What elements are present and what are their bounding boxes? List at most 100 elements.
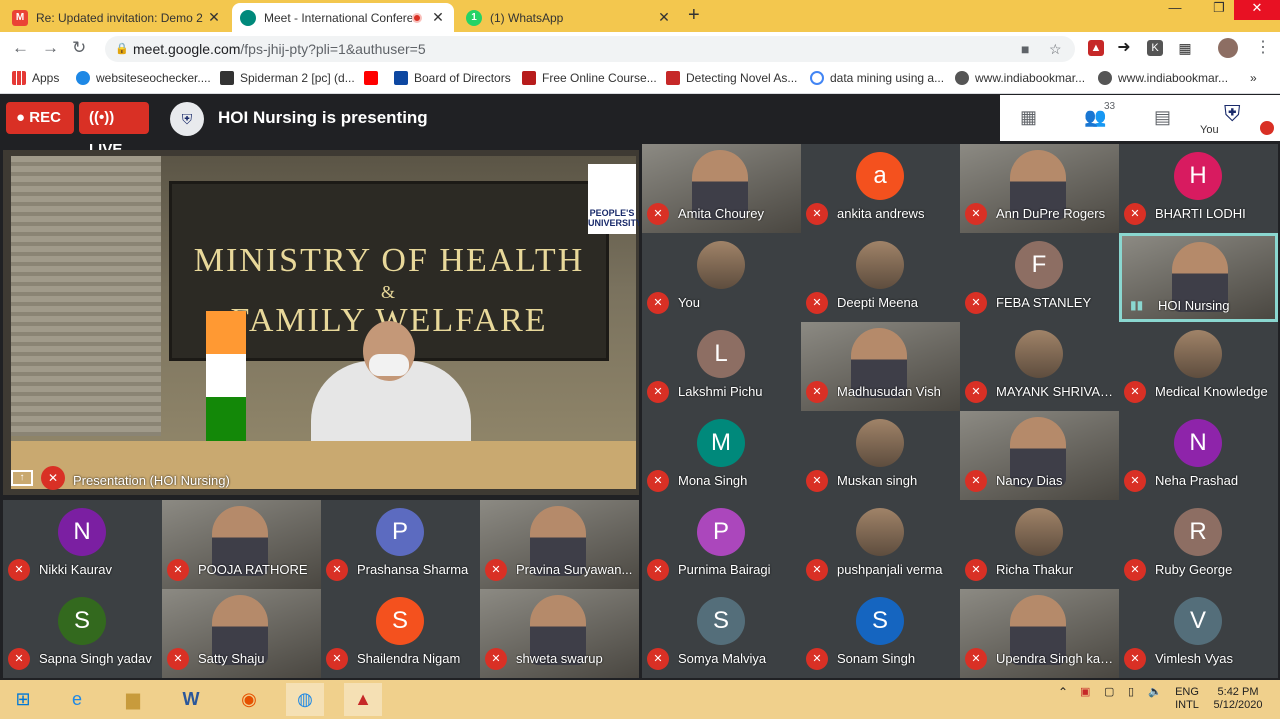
participant-tile[interactable]: M ✕ Mona Singh [642, 411, 801, 500]
participant-tile[interactable]: V ✕ Vimlesh Vyas [1119, 589, 1278, 678]
participant-tile[interactable]: ✕ Nancy Dias [960, 411, 1119, 500]
bookmark-board-of-directors[interactable]: Board of Directors [394, 71, 511, 85]
chrome-icon[interactable]: ◍ [286, 683, 324, 716]
new-tab-icon[interactable]: + [688, 4, 700, 27]
participant-tile[interactable]: P ✕ Prashansa Sharma [321, 500, 480, 589]
network-icon[interactable]: ▣ [1080, 686, 1090, 699]
close-tab-icon[interactable]: ✕ [656, 9, 672, 26]
participant-tile[interactable]: S ✕ Sapna Singh yadav [3, 589, 162, 678]
bookmark-detecting-novel[interactable]: Detecting Novel As... [666, 71, 797, 85]
participant-avatar: N [58, 508, 106, 556]
participant-tile[interactable]: ✕ Ann DuPre Rogers [960, 144, 1119, 233]
language-indicator[interactable]: ENG INTL [1172, 686, 1202, 712]
reload-icon[interactable]: ↻ [72, 38, 86, 58]
participant-tile[interactable]: ✕ POOJA RATHORE [162, 500, 321, 589]
tab-whatsapp[interactable]: 1 (1) WhatsApp ✕ [458, 3, 680, 32]
bookmark-indiabookmark-2[interactable]: www.indiabookmar... [1098, 71, 1228, 85]
extension-k-icon[interactable]: K [1147, 40, 1163, 56]
participant-name: Purnima Bairagi [678, 562, 771, 577]
people-icon[interactable]: 👥 33 [1084, 101, 1115, 128]
participant-tile[interactable]: ✕ pushpanjali verma [801, 500, 960, 589]
close-tab-icon[interactable]: ✕ [206, 9, 222, 26]
chat-icon[interactable]: ▤ [1154, 107, 1171, 128]
participant-tile[interactable]: ✕ Medical Knowledge [1119, 322, 1278, 411]
participant-name: Upendra Singh kan... [996, 651, 1116, 666]
menu-kebab-icon[interactable]: ⋮ [1255, 40, 1271, 56]
volume-icon[interactable]: 🔈 [1148, 686, 1162, 699]
participant-name: Ann DuPre Rogers [996, 206, 1106, 221]
tab-gmail[interactable]: M Re: Updated invitation: Demo 2 ( ✕ [4, 3, 230, 32]
bookmark-websiteseochecker[interactable]: websiteseochecker.... [76, 71, 211, 85]
camera-icon[interactable]: ■ [1021, 36, 1029, 62]
whatsapp-icon: 1 [466, 9, 482, 26]
grid-extension-icon[interactable]: ▦ [1177, 40, 1193, 56]
bookmark-free-online-course[interactable]: Free Online Course... [522, 71, 657, 85]
star-icon[interactable]: ☆ [1049, 36, 1062, 62]
profile-avatar[interactable] [1218, 38, 1238, 58]
participant-avatar: S [376, 597, 424, 645]
back-icon[interactable]: ← [12, 38, 29, 58]
participant-tile[interactable]: ✕ Pravina Suryawan... [480, 500, 639, 589]
minimize-icon[interactable]: — [1160, 0, 1190, 20]
bookmark-indiabookmark-1[interactable]: www.indiabookmar... [955, 71, 1085, 85]
participant-tile[interactable]: ✕ Richa Thakur [960, 500, 1119, 589]
participant-tile[interactable]: a ✕ ankita andrews [801, 144, 960, 233]
participant-tile[interactable]: ✕ Amita Chourey [642, 144, 801, 233]
participant-tile[interactable]: N ✕ Neha Prashad [1119, 411, 1278, 500]
participant-tile[interactable]: ✕ Deepti Meena [801, 233, 960, 322]
participant-tile[interactable]: F ✕ FEBA STANLEY [960, 233, 1119, 322]
participant-tile[interactable]: ✕ You [642, 233, 801, 322]
participant-tile[interactable]: P ✕ Purnima Bairagi [642, 500, 801, 589]
bookmark-youtube[interactable] [364, 71, 384, 85]
participant-tile[interactable]: S ✕ Shailendra Nigam [321, 589, 480, 678]
participant-name: Nancy Dias [996, 473, 1063, 488]
forward-icon[interactable]: → [42, 38, 59, 58]
participant-tile[interactable]: ✕ MAYANK SHRIVAS... [960, 322, 1119, 411]
url-bar[interactable]: 🔒 meet.google.com/fps-jhij-pty?pli=1&aut… [105, 36, 1075, 62]
participant-tile[interactable]: ✕ Upendra Singh kan... [960, 589, 1119, 678]
presentation-video: MINISTRY OF HEALTH & FAMILY WELFARE PEOP… [11, 156, 639, 489]
restore-icon[interactable]: ❐ [1204, 0, 1234, 20]
participant-tile[interactable]: H ✕ BHARTI LODHI [1119, 144, 1278, 233]
start-icon[interactable]: ⊞ [4, 683, 42, 716]
url-path: /fps-jhij-pty?pli=1&authuser=5 [240, 41, 426, 57]
participant-tile[interactable]: ▮▮ HOI Nursing [1119, 233, 1278, 322]
participant-tile[interactable]: S ✕ Somya Malviya [642, 589, 801, 678]
participant-tile[interactable]: ✕ Muskan singh [801, 411, 960, 500]
share-icon[interactable]: ➜ [1116, 40, 1132, 56]
grid-layout-icon[interactable]: ▦ [1020, 107, 1037, 128]
participant-tile[interactable]: R ✕ Ruby George [1119, 500, 1278, 589]
internet-explorer-icon[interactable]: e [58, 683, 96, 716]
acrobat-icon[interactable]: ▲ [344, 683, 382, 716]
bookmark-apps[interactable]: Apps [12, 71, 59, 85]
clock[interactable]: 5:42 PM 5/12/2020 [1210, 686, 1266, 712]
file-explorer-icon[interactable]: ▆ [114, 683, 152, 716]
self-avatar[interactable]: ⛨ [1224, 101, 1241, 127]
battery-icon[interactable]: ▯ [1128, 686, 1134, 699]
bookmark-spiderman[interactable]: Spiderman 2 [pc] (d... [220, 71, 355, 85]
participant-tile[interactable]: N ✕ Nikki Kaurav [3, 500, 162, 589]
participant-tile[interactable]: S ✕ Sonam Singh [801, 589, 960, 678]
participant-tile[interactable]: ✕ Madhusudan Vish [801, 322, 960, 411]
close-tab-icon[interactable]: ✕ [430, 9, 446, 26]
bookmarks-bar: Apps websiteseochecker.... Spiderman 2 [… [0, 66, 1280, 94]
muted-mic-icon: ✕ [965, 559, 987, 581]
tab-meet[interactable]: Meet - International Confere ✕ [232, 3, 454, 32]
word-icon[interactable]: W [172, 683, 210, 716]
bookmark-data-mining[interactable]: data mining using a... [810, 71, 944, 85]
windows-taskbar: ⊞ e ▆ W ◉ ◍ ▲ ⌃ ▣ ▢ ▯ 🔈 ENG INTL 5:42 PM 5… [0, 680, 1280, 719]
action-center-icon[interactable]: ▢ [1104, 686, 1114, 699]
presentation-tile[interactable]: MINISTRY OF HEALTH & FAMILY WELFARE PEOP… [3, 150, 639, 495]
participant-tile[interactable]: ✕ shweta swarup [480, 589, 639, 678]
muted-mic-icon: ✕ [1124, 470, 1146, 492]
participant-tile[interactable]: L ✕ Lakshmi Pichu [642, 322, 801, 411]
participant-name: HOI Nursing [1158, 298, 1230, 313]
tray-expand-icon[interactable]: ⌃ [1058, 686, 1068, 699]
muted-mic-icon: ✕ [485, 648, 507, 670]
more-bookmarks-icon[interactable]: » [1250, 71, 1257, 85]
extension-icon[interactable]: ▲ [1088, 40, 1104, 56]
firefox-icon[interactable]: ◉ [230, 683, 268, 716]
close-window-icon[interactable]: ✕ [1234, 0, 1280, 20]
muted-mic-icon: ✕ [1124, 648, 1146, 670]
participant-tile[interactable]: ✕ Satty Shaju [162, 589, 321, 678]
